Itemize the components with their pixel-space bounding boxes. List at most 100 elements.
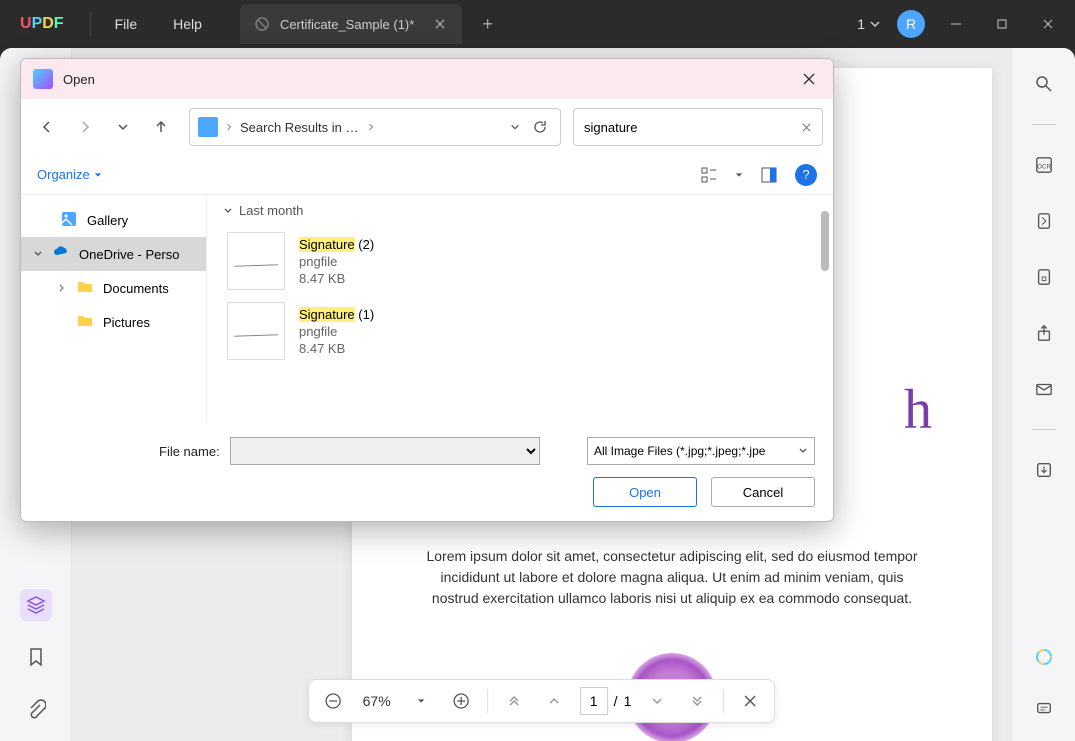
file-name: Signature (1)	[299, 307, 374, 322]
ai-button[interactable]	[1028, 641, 1060, 673]
tab-close-button[interactable]	[432, 16, 448, 32]
chevron-down-icon[interactable]	[510, 122, 520, 132]
gallery-icon	[61, 211, 79, 229]
page-total: 1	[624, 693, 632, 709]
nav-back-button[interactable]	[31, 111, 63, 143]
open-file-dialog: Open Search Results in Do... Organize	[20, 58, 834, 522]
file-size: 8.47 KB	[299, 271, 374, 286]
scrollbar[interactable]	[821, 211, 829, 271]
file-size: 8.47 KB	[299, 341, 374, 356]
file-name-input[interactable]	[230, 437, 540, 465]
zoom-level: 67%	[363, 693, 391, 709]
chevron-down-icon	[798, 446, 808, 456]
nav-up-button[interactable]	[145, 111, 177, 143]
file-list: Last month Signature (2) pngfile 8.47 KB…	[207, 195, 833, 423]
menu-help[interactable]: Help	[155, 16, 220, 32]
app-titlebar: UPDF File Help Certificate_Sample (1)* +…	[0, 0, 1075, 48]
file-type: pngfile	[299, 254, 374, 269]
pdf-icon	[254, 16, 270, 32]
first-page-button[interactable]	[500, 687, 528, 715]
group-header[interactable]: Last month	[223, 203, 817, 218]
dialog-navbar: Search Results in Do...	[21, 99, 833, 155]
dialog-footer: File name: All Image Files (*.jpg;*.jpeg…	[21, 423, 833, 521]
chevron-down-icon	[223, 206, 233, 216]
folder-icon	[77, 313, 95, 331]
refresh-button[interactable]	[528, 111, 552, 143]
file-thumbnail	[227, 232, 285, 290]
maximize-button[interactable]	[987, 9, 1017, 39]
layers-button[interactable]	[20, 589, 52, 621]
file-item[interactable]: Signature (1) pngfile 8.47 KB	[223, 296, 817, 366]
right-toolrail: OCR	[1011, 48, 1075, 741]
chevron-right-icon	[226, 122, 232, 132]
chevron-down-icon[interactable]	[735, 171, 743, 179]
minimize-button[interactable]	[941, 9, 971, 39]
chevron-down-icon	[869, 18, 881, 30]
document-body-text: Lorem ipsum dolor sit amet, consectetur …	[422, 546, 922, 609]
tab-picker[interactable]: 1	[857, 16, 881, 32]
avatar[interactable]: R	[897, 10, 925, 38]
search-icon[interactable]	[1028, 68, 1060, 100]
dialog-close-button[interactable]	[797, 67, 821, 91]
close-toolbar-button[interactable]	[736, 687, 764, 715]
folder-icon	[198, 117, 218, 137]
share-button[interactable]	[1028, 317, 1060, 349]
chevron-right-icon	[368, 122, 374, 132]
zoom-in-button[interactable]	[447, 687, 475, 715]
zoom-dropdown[interactable]	[407, 687, 435, 715]
file-type: pngfile	[299, 324, 374, 339]
chevron-right-icon	[57, 283, 69, 293]
divider	[487, 689, 488, 713]
decorative-script: h	[904, 378, 932, 442]
folder-icon	[77, 279, 95, 297]
protect-button[interactable]	[1028, 261, 1060, 293]
divider	[1032, 124, 1056, 125]
address-text: Search Results in Do...	[240, 120, 360, 135]
organize-menu[interactable]: Organize	[37, 167, 102, 182]
next-page-button[interactable]	[643, 687, 671, 715]
file-name-label: File name:	[159, 444, 220, 459]
onedrive-icon	[53, 245, 71, 263]
page-input[interactable]	[580, 687, 608, 715]
search-clear-button[interactable]	[801, 122, 812, 133]
tab-title: Certificate_Sample (1)*	[280, 17, 414, 32]
cancel-button[interactable]: Cancel	[711, 477, 815, 507]
comment-button[interactable]	[1028, 693, 1060, 725]
address-bar[interactable]: Search Results in Do...	[189, 108, 561, 146]
close-button[interactable]	[1033, 9, 1063, 39]
prev-page-button[interactable]	[540, 687, 568, 715]
view-options-button[interactable]	[697, 163, 721, 187]
save-button[interactable]	[1028, 454, 1060, 486]
bookmark-button[interactable]	[20, 641, 52, 673]
menu-file[interactable]: File	[97, 16, 156, 32]
nav-forward-button[interactable]	[69, 111, 101, 143]
dialog-sidebar: Gallery OneDrive - Perso Documents Pictu…	[21, 195, 207, 423]
nav-recent-button[interactable]	[107, 111, 139, 143]
ocr-button[interactable]: OCR	[1028, 149, 1060, 181]
divider	[90, 12, 91, 36]
chevron-down-icon	[94, 171, 102, 179]
dialog-titlebar: Open	[21, 59, 833, 99]
sidebar-item-pictures[interactable]: Pictures	[21, 305, 206, 339]
open-button[interactable]: Open	[593, 477, 697, 507]
file-item[interactable]: Signature (2) pngfile 8.47 KB	[223, 226, 817, 296]
divider	[1032, 429, 1056, 430]
sidebar-item-gallery[interactable]: Gallery	[21, 203, 206, 237]
file-type-select[interactable]: All Image Files (*.jpg;*.jpeg;*.jpe	[587, 437, 815, 465]
preview-pane-button[interactable]	[757, 163, 781, 187]
mail-button[interactable]	[1028, 373, 1060, 405]
search-input[interactable]	[584, 120, 801, 135]
page-indicator: / 1	[580, 687, 632, 715]
divider	[723, 689, 724, 713]
crop-button[interactable]	[1028, 205, 1060, 237]
zoom-out-button[interactable]	[319, 687, 347, 715]
document-tab[interactable]: Certificate_Sample (1)*	[240, 4, 462, 44]
help-button[interactable]: ?	[795, 164, 817, 186]
app-logo: UPDF	[0, 15, 84, 33]
sidebar-item-documents[interactable]: Documents	[21, 271, 206, 305]
chevron-down-icon	[33, 249, 45, 259]
new-tab-button[interactable]: +	[482, 14, 493, 35]
last-page-button[interactable]	[683, 687, 711, 715]
sidebar-item-onedrive[interactable]: OneDrive - Perso	[21, 237, 206, 271]
attachment-button[interactable]	[20, 693, 52, 725]
